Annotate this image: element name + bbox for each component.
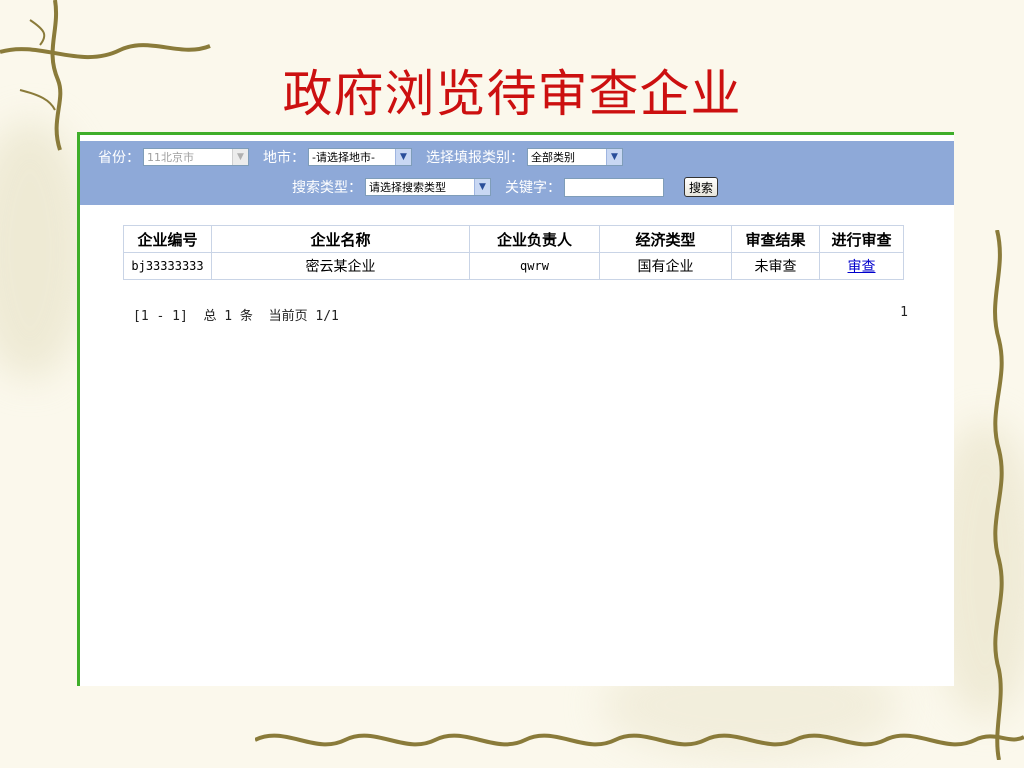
column-header-result: 审查结果 (731, 225, 820, 253)
column-header-econ-type: 经济类型 (599, 225, 732, 253)
city-label: 地市： (263, 150, 305, 166)
filter-row-1: 省份： 11北京市 ▼ 地市： -请选择地市- ▼ 选择填报类别： 全部类别 ▼ (98, 146, 637, 168)
province-label: 省份： (98, 150, 140, 166)
vine-right-decoration (993, 230, 1004, 760)
cell-enterprise-id: bj33333333 (123, 252, 212, 280)
chevron-down-icon: ▼ (606, 149, 622, 165)
city-select-value: -请选择地市- (312, 151, 375, 164)
pagination: [1 - 1] 总 1 条 当前页 1/1 1 (133, 305, 908, 324)
search-type-select[interactable]: 请选择搜索类型 ▼ (365, 178, 491, 196)
province-select: 11北京市 ▼ (143, 148, 249, 166)
app-window: 省份： 11北京市 ▼ 地市： -请选择地市- ▼ 选择填报类别： 全部类别 ▼… (77, 132, 954, 686)
search-panel: 省份： 11北京市 ▼ 地市： -请选择地市- ▼ 选择填报类别： 全部类别 ▼… (80, 141, 954, 205)
report-type-select[interactable]: 全部类别 ▼ (527, 148, 623, 166)
chevron-down-icon: ▼ (395, 149, 411, 165)
vine-bottom-decoration (255, 733, 1024, 747)
cell-review-result: 未审查 (731, 252, 820, 280)
keyword-input[interactable] (564, 177, 664, 197)
city-select[interactable]: -请选择地市- ▼ (308, 148, 412, 166)
column-header-manager: 企业负责人 (469, 225, 600, 253)
table-header-row: 企业编号 企业名称 企业负责人 经济类型 审查结果 进行审查 (123, 225, 904, 253)
keyword-label: 关键字： (505, 180, 561, 196)
page-number-link[interactable]: 1 (900, 305, 908, 320)
cell-review-action: 审查 (819, 252, 904, 280)
cell-enterprise-name: 密云某企业 (211, 252, 470, 280)
results-table: 企业编号 企业名称 企业负责人 经济类型 审查结果 进行审查 bj3333333… (123, 225, 904, 280)
cell-manager: qwrw (469, 252, 600, 280)
pagination-summary: [1 - 1] 总 1 条 当前页 1/1 (133, 309, 339, 324)
slide-title: 政府浏览待审查企业 (282, 65, 742, 123)
search-button[interactable]: 搜索 (684, 177, 719, 197)
chevron-down-icon: ▼ (474, 179, 490, 195)
province-select-value: 11北京市 (147, 151, 194, 164)
filter-row-2: 搜索类型： 请选择搜索类型 ▼ 关键字： 搜索 (292, 176, 719, 198)
search-type-label: 搜索类型： (292, 180, 362, 196)
table-row: bj33333333 密云某企业 qwrw 国有企业 未审查 审查 (123, 252, 904, 280)
report-type-label: 选择填报类别： (426, 150, 524, 166)
review-link[interactable]: 审查 (848, 259, 876, 275)
report-type-select-value: 全部类别 (531, 151, 575, 164)
search-type-select-value: 请选择搜索类型 (369, 181, 446, 194)
cell-econ-type: 国有企业 (599, 252, 732, 280)
column-header-id: 企业编号 (123, 225, 212, 253)
column-header-action: 进行审查 (819, 225, 904, 253)
chevron-down-icon: ▼ (232, 149, 248, 165)
column-header-name: 企业名称 (211, 225, 470, 253)
